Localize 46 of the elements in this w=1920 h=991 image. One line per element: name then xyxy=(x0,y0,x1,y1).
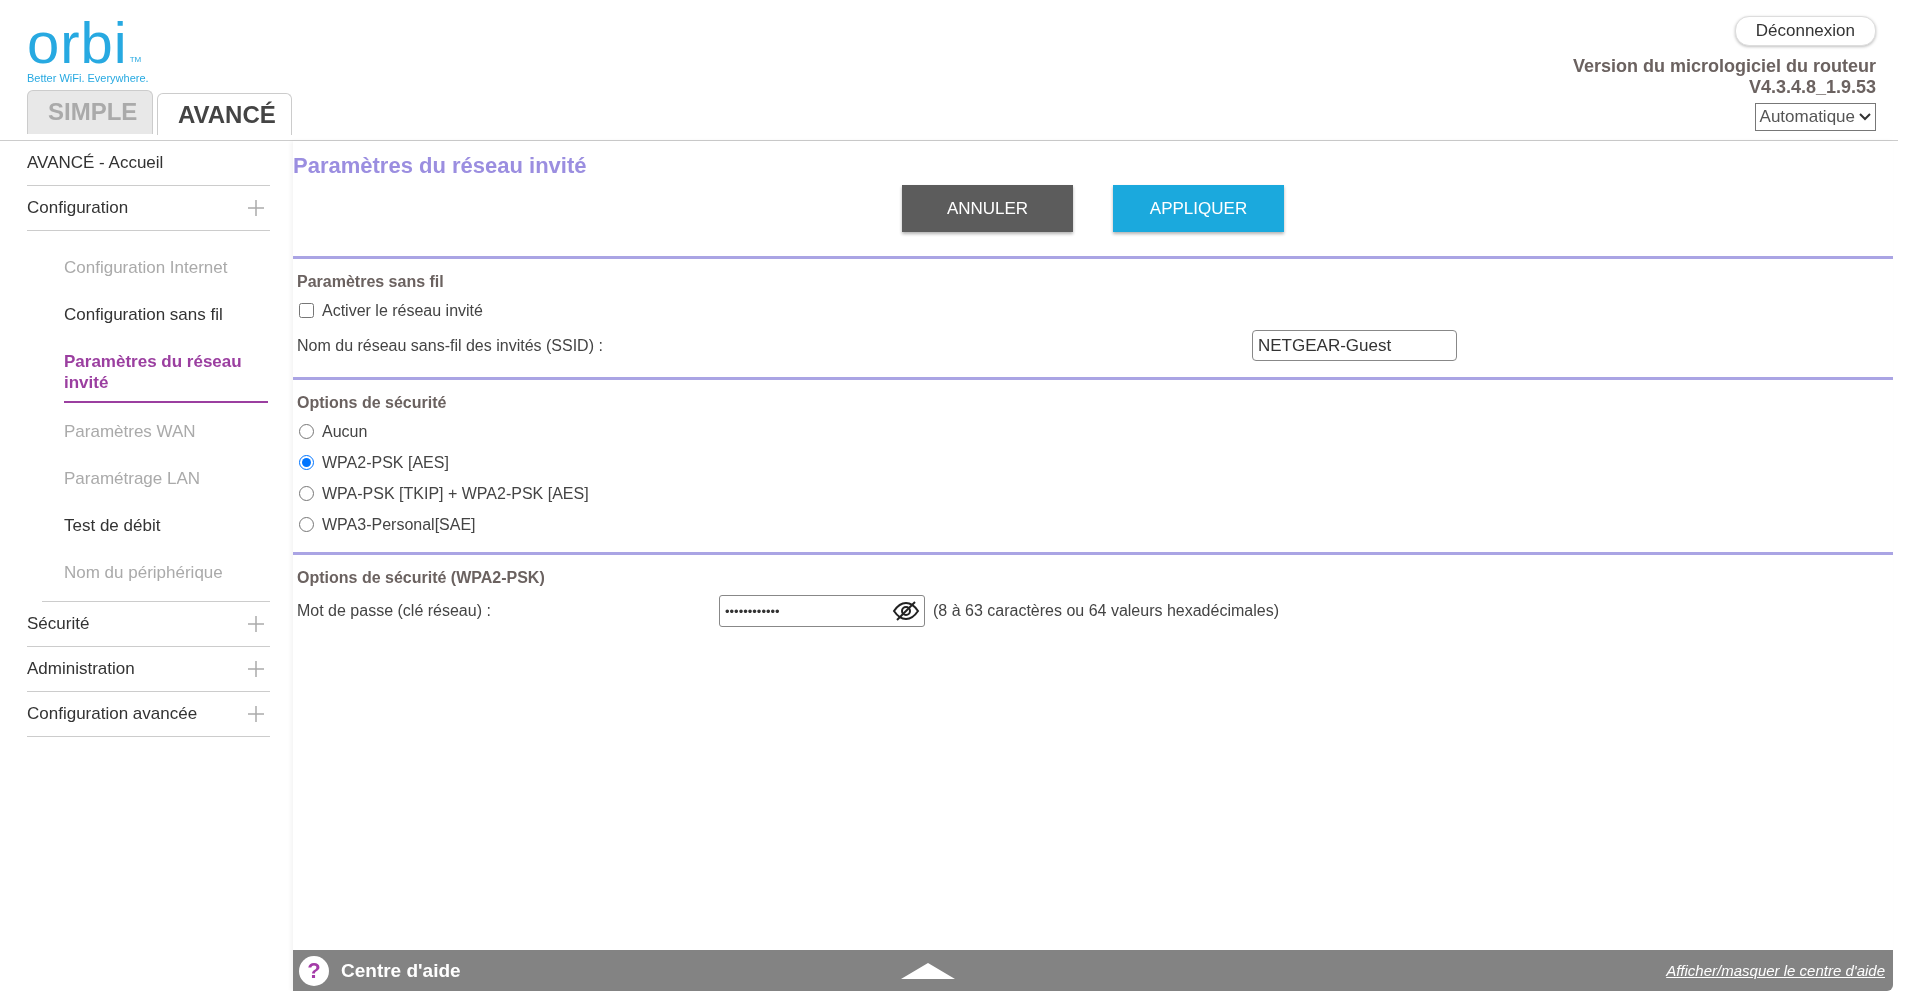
plus-icon xyxy=(248,200,264,216)
sidebar-subitem[interactable]: Test de débit xyxy=(64,507,268,544)
sidebar-item[interactable]: Configuration xyxy=(27,186,270,231)
radio-label: WPA3-Personal[SAE] xyxy=(322,515,476,534)
password-field[interactable]: •••••••••••• xyxy=(719,595,925,627)
help-title: Centre d'aide xyxy=(341,959,462,982)
help-icon: ? xyxy=(299,955,329,986)
sidebar-item[interactable]: Configuration avancée xyxy=(27,692,270,737)
mode-tab[interactable]: AVANCÉ xyxy=(157,93,292,135)
chevron-down-icon xyxy=(1859,113,1871,121)
section-heading: Options de sécurité (WPA2-PSK) xyxy=(297,569,546,587)
ssid-field[interactable]: NETGEAR-Guest xyxy=(1252,330,1457,361)
radio-label: Aucun xyxy=(322,422,368,441)
radio-button[interactable] xyxy=(299,455,314,470)
page-title: Paramètres du réseau invité xyxy=(293,153,588,179)
sidebar-item[interactable]: AVANCÉ - Accueil xyxy=(27,141,270,186)
cancel-button[interactable]: ANNULER xyxy=(902,185,1073,232)
radio-button[interactable] xyxy=(299,517,314,532)
firmware-version: V4.3.4.8_1.9.53 xyxy=(1748,77,1876,98)
plus-icon xyxy=(248,706,264,722)
sidebar-item[interactable]: Sécurité xyxy=(27,602,270,647)
radio-button[interactable] xyxy=(299,424,314,439)
logo-wordmark: orbi xyxy=(27,16,128,70)
field-label: Mot de passe (clé réseau) : xyxy=(297,602,492,620)
caret-up-icon[interactable] xyxy=(901,962,955,979)
logo-tagline: Better WiFi. Everywhere. xyxy=(27,72,150,84)
logout-button[interactable]: Déconnexion xyxy=(1734,16,1876,46)
checkbox[interactable] xyxy=(299,303,314,318)
checkbox-label: Activer le réseau invité xyxy=(322,301,483,320)
help-toggle-link[interactable]: Afficher/masquer le centre d'aide xyxy=(1666,962,1885,979)
sidebar-subitem[interactable]: Paramètres du réseau invité xyxy=(64,343,268,403)
sidebar-subitem[interactable]: Configuration sans fil xyxy=(64,296,268,333)
radio-label: WPA-PSK [TKIP] + WPA2-PSK [AES] xyxy=(322,484,589,503)
firmware-label: Version du micrologiciel du routeur xyxy=(1572,56,1876,77)
trademark-mark: TM xyxy=(129,55,142,64)
radio-label: WPA2-PSK [AES] xyxy=(322,453,449,472)
section-heading: Options de sécurité xyxy=(297,394,448,412)
field-label: Nom du réseau sans-fil des invités (SSID) : xyxy=(297,336,603,355)
section-heading: Paramètres sans fil xyxy=(297,273,445,291)
radio-button[interactable] xyxy=(299,486,314,501)
field-hint: (8 à 63 caractères ou 64 valeurs hexadécimales) xyxy=(933,602,1279,620)
plus-icon xyxy=(248,616,264,632)
language-select[interactable]: Automatique xyxy=(1754,103,1876,131)
sidebar-item[interactable]: Administration xyxy=(27,647,270,692)
plus-icon xyxy=(248,661,264,677)
eye-slash-icon xyxy=(892,600,920,622)
